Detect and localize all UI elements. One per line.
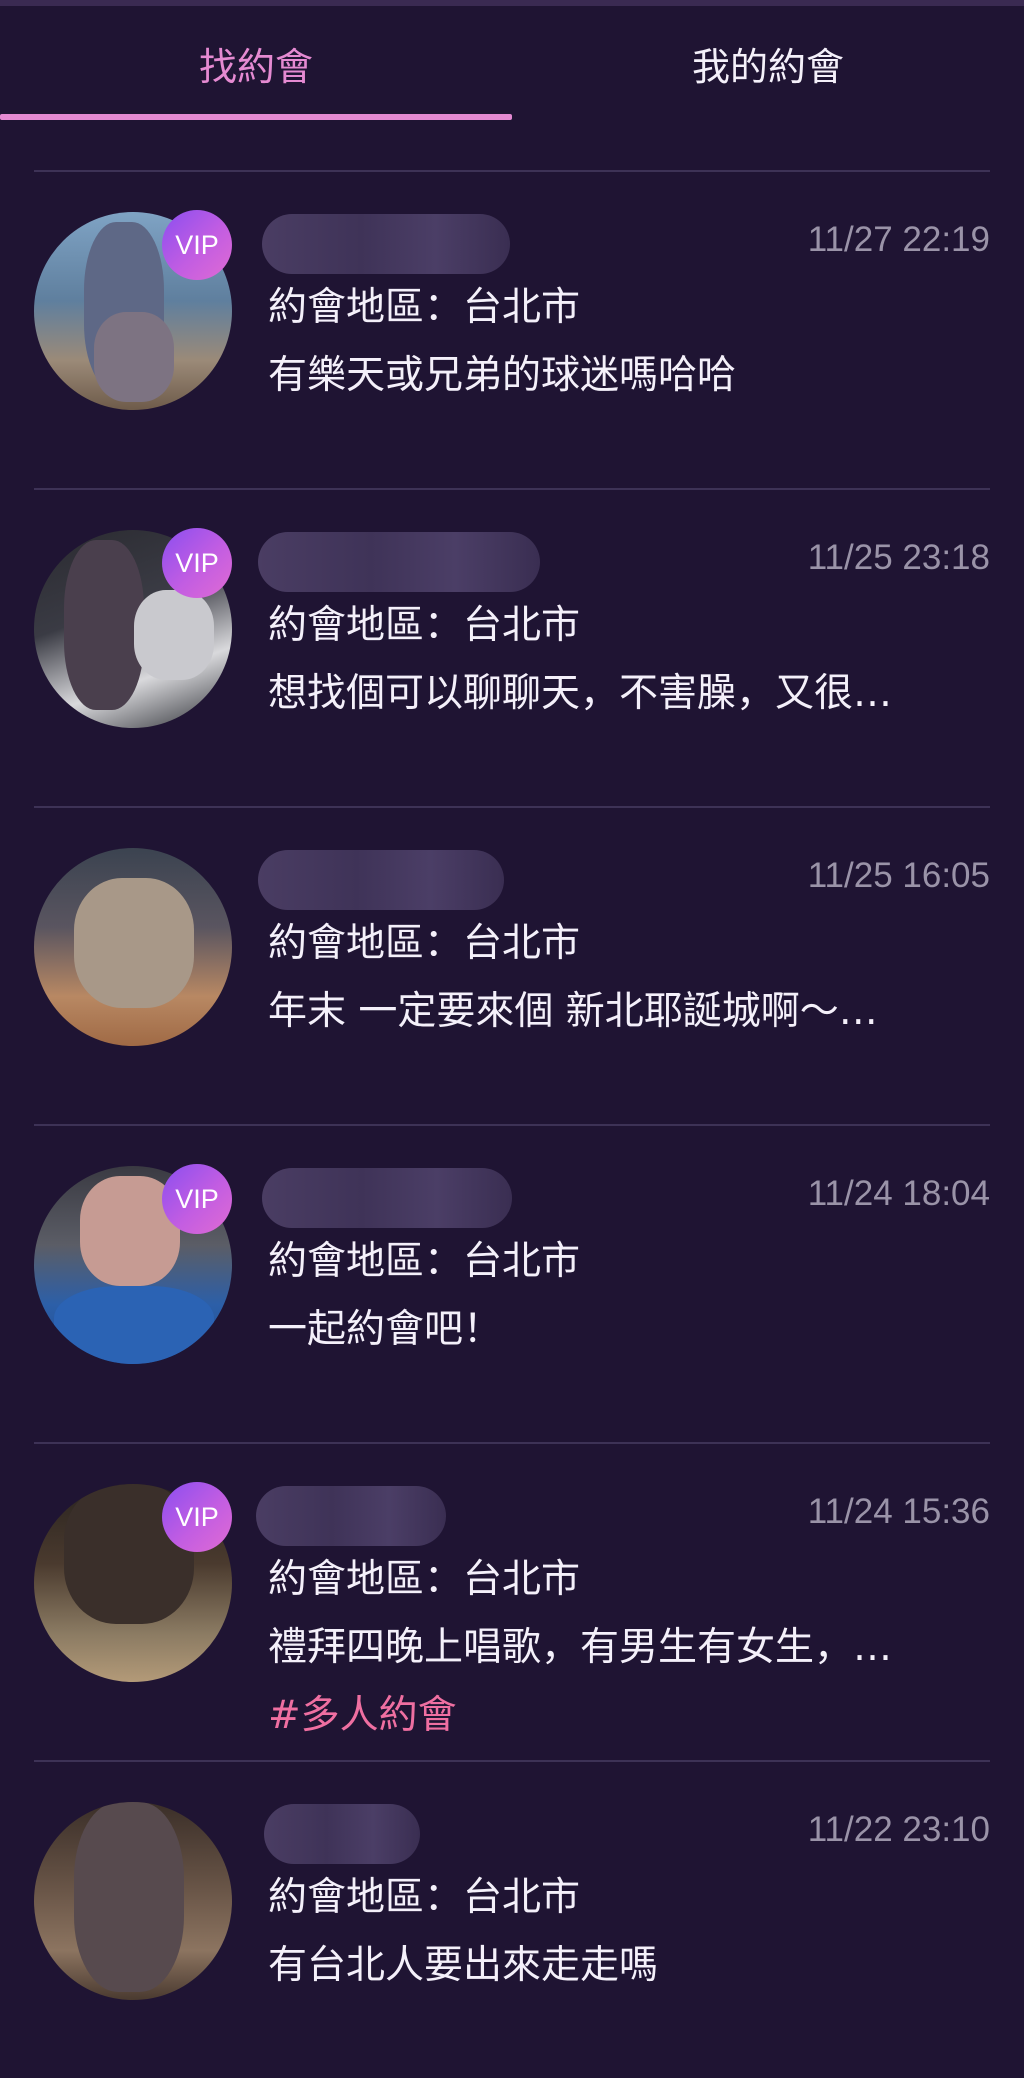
post-description: 禮拜四晚上唱歌，有男生有女生，… xyxy=(268,1625,893,1670)
tab-find-dates[interactable]: 找約會 xyxy=(0,6,512,120)
date-region: 約會地區：台北市 xyxy=(268,1239,581,1284)
post-time: 11/25 16:05 xyxy=(807,856,990,895)
post-time: 11/24 18:04 xyxy=(807,1174,990,1213)
vip-badge: VIP xyxy=(162,210,232,280)
post-time: 11/25 23:18 xyxy=(807,538,990,577)
tab-my-dates[interactable]: 我的約會 xyxy=(512,6,1024,120)
date-post-item[interactable]: 11/25 16:05 約會地區：台北市 年末 一定要來個 新北耶誕城啊～… xyxy=(0,808,1024,1124)
vip-badge: VIP xyxy=(162,528,232,598)
date-region: 約會地區：台北市 xyxy=(268,1557,581,1602)
vip-badge: VIP xyxy=(162,1164,232,1234)
post-time: 11/24 15:36 xyxy=(807,1492,990,1531)
username-blurred xyxy=(262,214,510,274)
post-description: 想找個可以聊聊天，不害臊，又很… xyxy=(268,671,893,716)
date-region: 約會地區：台北市 xyxy=(268,603,581,648)
date-region: 約會地區：台北市 xyxy=(268,921,581,966)
date-region: 約會地區：台北市 xyxy=(268,1875,581,1920)
username-blurred xyxy=(264,1804,420,1864)
tab-bar: 找約會 我的約會 xyxy=(0,6,1024,120)
date-post-item[interactable]: VIP 11/24 18:04 約會地區：台北市 一起約會吧！ xyxy=(0,1126,1024,1442)
vip-badge: VIP xyxy=(162,1482,232,1552)
date-post-item[interactable]: VIP 11/24 15:36 約會地區：台北市 禮拜四晚上唱歌，有男生有女生，… xyxy=(0,1444,1024,1760)
date-region: 約會地區：台北市 xyxy=(268,285,581,330)
date-post-item[interactable]: VIP 11/25 23:18 約會地區：台北市 想找個可以聊聊天，不害臊，又很… xyxy=(0,490,1024,806)
post-time: 11/22 23:10 xyxy=(807,1810,990,1849)
username-blurred xyxy=(258,850,504,910)
username-blurred xyxy=(258,532,540,592)
date-post-item[interactable]: VIP 11/27 22:19 約會地區：台北市 有樂天或兄弟的球迷嗎哈哈 xyxy=(0,172,1024,488)
hashtag-group-date[interactable]: #多人約會 xyxy=(268,1684,457,1740)
post-description: 年末 一定要來個 新北耶誕城啊～… xyxy=(268,989,878,1034)
post-description: 一起約會吧！ xyxy=(268,1307,503,1352)
post-time: 11/27 22:19 xyxy=(807,220,990,259)
post-description: 有樂天或兄弟的球迷嗎哈哈 xyxy=(268,353,737,398)
active-tab-indicator xyxy=(0,114,512,120)
username-blurred xyxy=(262,1168,512,1228)
date-post-item[interactable]: 11/22 23:10 約會地區：台北市 有台北人要出來走走嗎 xyxy=(0,1762,1024,2078)
avatar[interactable] xyxy=(34,848,232,1046)
avatar[interactable] xyxy=(34,1802,232,2000)
username-blurred xyxy=(256,1486,446,1546)
post-description: 有台北人要出來走走嗎 xyxy=(268,1943,659,1988)
